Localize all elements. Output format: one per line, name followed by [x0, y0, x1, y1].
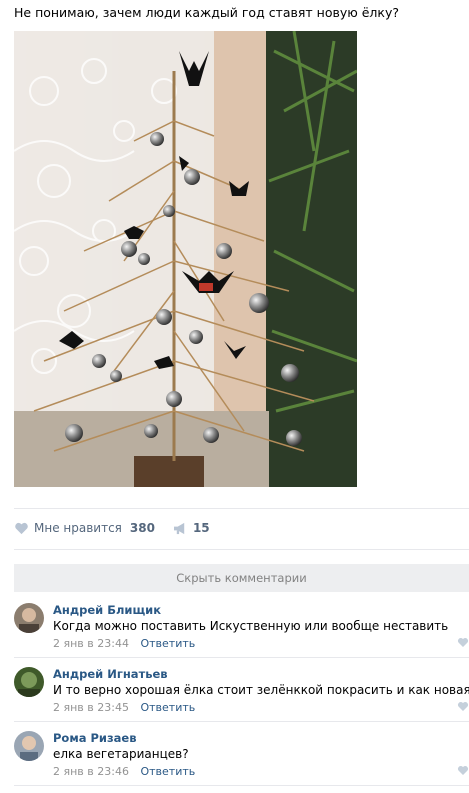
dead-christmas-tree-image — [14, 31, 357, 487]
comment-author[interactable]: Андрей Блищик — [53, 603, 161, 617]
comment-text: елка вегетарианцев? — [53, 747, 189, 761]
comment-date[interactable]: 2 янв в 23:44 — [53, 637, 129, 650]
comment-text: Когда можно поставить Искуственную или в… — [53, 619, 449, 633]
divider — [14, 721, 469, 722]
comment-author[interactable]: Рома Ризаев — [53, 731, 137, 745]
reply-button[interactable]: Ответить — [140, 765, 195, 778]
user-avatar-image — [14, 603, 44, 633]
like-count: 380 — [129, 521, 155, 535]
comment-item: Андрей Игнатьев И то верно хорошая ёлка … — [14, 667, 469, 715]
divider — [14, 549, 469, 550]
heart-icon — [15, 522, 28, 534]
megaphone-icon — [173, 522, 185, 534]
heart-icon[interactable] — [457, 637, 469, 648]
comment-author[interactable]: Андрей Игнатьев — [53, 667, 168, 681]
comment-item: Андрей Блищик Когда можно поставить Иску… — [14, 603, 469, 651]
divider — [14, 785, 469, 786]
comment-meta: 2 янв в 23:44 Ответить — [53, 637, 195, 650]
comment-meta: 2 янв в 23:45 Ответить — [53, 701, 195, 714]
user-avatar-image — [14, 667, 44, 697]
avatar[interactable] — [14, 667, 44, 697]
comment-meta: 2 янв в 23:46 Ответить — [53, 765, 195, 778]
like-label: Мне нравится — [34, 521, 122, 535]
avatar[interactable] — [14, 731, 44, 761]
heart-icon[interactable] — [457, 701, 469, 712]
like-button[interactable]: Мне нравится 380 — [14, 521, 155, 535]
reply-button[interactable]: Ответить — [140, 701, 195, 714]
share-count: 15 — [192, 521, 210, 535]
comment-text: И то верно хорошая ёлка стоит зелёнккой … — [53, 683, 469, 697]
avatar[interactable] — [14, 603, 44, 633]
post-photo[interactable] — [14, 31, 357, 487]
comment-date[interactable]: 2 янв в 23:45 — [53, 701, 129, 714]
reply-button[interactable]: Ответить — [140, 637, 195, 650]
heart-icon[interactable] — [457, 765, 469, 776]
hide-comments-button[interactable]: Скрыть комментарии — [14, 564, 469, 592]
post-text: Не понимаю, зачем люди каждый год ставят… — [14, 5, 399, 20]
comment-item: Рома Ризаев елка вегетарианцев? 2 янв в … — [14, 731, 469, 779]
divider — [14, 508, 469, 509]
share-button[interactable]: 15 — [173, 521, 210, 535]
user-avatar-image — [14, 731, 44, 761]
divider — [14, 657, 469, 658]
comment-date[interactable]: 2 янв в 23:46 — [53, 765, 129, 778]
post-actions: Мне нравится 380 15 — [14, 516, 464, 540]
